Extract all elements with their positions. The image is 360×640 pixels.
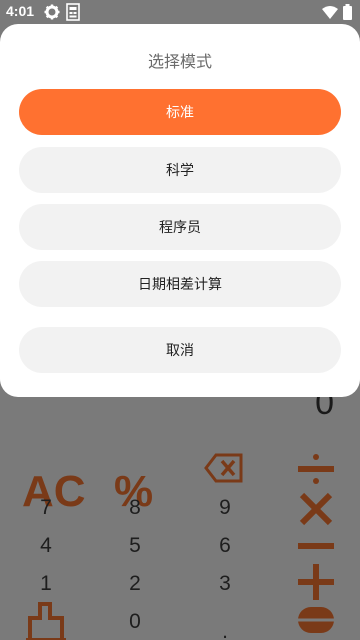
- mode-option-label: 日期相差计算: [138, 277, 222, 293]
- backspace-icon: [204, 453, 244, 492]
- digit-6-key[interactable]: 6: [205, 534, 245, 558]
- digit-8-key[interactable]: 8: [115, 496, 155, 520]
- digit-3-key[interactable]: 3: [205, 572, 245, 596]
- multiply-key[interactable]: [294, 492, 338, 530]
- equals-key[interactable]: [294, 606, 338, 638]
- battery-icon: [343, 4, 352, 24]
- mode-switch-icon: [26, 602, 66, 640]
- status-time: 4:01: [6, 3, 35, 19]
- multiply-icon: [296, 492, 336, 530]
- digit-2-key[interactable]: 2: [115, 572, 155, 596]
- cancel-button-label: 取消: [166, 343, 194, 359]
- digit-0-key[interactable]: 0: [115, 610, 155, 634]
- digit-1-key[interactable]: 1: [26, 572, 66, 596]
- equals-icon: [296, 605, 336, 639]
- minus-icon: [296, 537, 336, 556]
- cancel-button[interactable]: 取消: [19, 327, 341, 373]
- mode-option-programmer[interactable]: 程序员: [19, 204, 341, 250]
- backspace-key[interactable]: [204, 452, 244, 490]
- digit-7-key[interactable]: 7: [26, 496, 66, 520]
- digit-4-key[interactable]: 4: [26, 534, 66, 558]
- mode-option-standard[interactable]: 标准: [19, 89, 341, 135]
- divide-icon: [296, 452, 336, 490]
- plus-key[interactable]: [294, 564, 338, 604]
- divide-key[interactable]: [294, 454, 338, 488]
- minus-key[interactable]: [294, 536, 338, 556]
- mode-option-date-difference[interactable]: 日期相差计算: [19, 261, 341, 307]
- plus-icon: [296, 562, 336, 606]
- sim-card-icon: [66, 3, 80, 25]
- decimal-point-key[interactable]: .: [205, 620, 245, 640]
- status-bar: 4:01: [0, 0, 360, 24]
- digit-9-key[interactable]: 9: [205, 496, 245, 520]
- wifi-icon: [322, 5, 338, 24]
- mode-option-label: 标准: [166, 105, 194, 121]
- mode-option-label: 科学: [166, 163, 194, 179]
- mode-option-scientific[interactable]: 科学: [19, 147, 341, 193]
- dialog-title: 选择模式: [147, 52, 212, 71]
- mode-select-dialog: 选择模式 标准 科学 程序员 日期相差计算 取消: [0, 24, 360, 397]
- mode-option-label: 程序员: [159, 220, 201, 236]
- mode-switch-key[interactable]: [26, 600, 66, 640]
- digit-5-key[interactable]: 5: [115, 534, 155, 558]
- settings-gear-icon: [44, 4, 60, 24]
